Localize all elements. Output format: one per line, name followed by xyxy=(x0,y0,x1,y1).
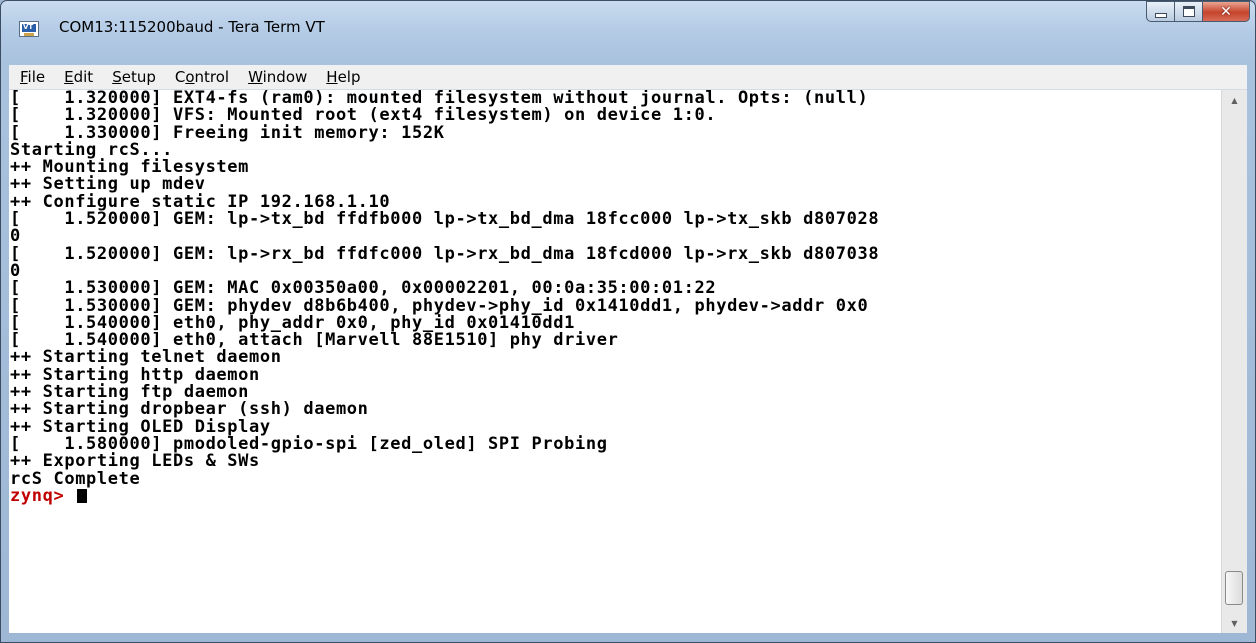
scroll-up-button[interactable]: ▲ xyxy=(1222,90,1247,110)
terminal-prompt-line[interactable]: zynq> xyxy=(10,485,1221,506)
scroll-down-button[interactable]: ▼ xyxy=(1222,613,1247,633)
minimize-button[interactable] xyxy=(1146,1,1174,22)
terminal-line: ++ Exporting LEDs & SWs xyxy=(10,451,260,472)
menu-control-mnemonic: o xyxy=(185,68,195,86)
scrollbar-thumb[interactable] xyxy=(1225,571,1243,605)
menu-setup-label-post: etup xyxy=(121,68,156,86)
menu-setup-mnemonic: S xyxy=(112,68,122,86)
menu-control-label-pre: C xyxy=(174,68,186,86)
vertical-scrollbar[interactable]: ▲ ▼ xyxy=(1221,90,1247,633)
menu-window-mnemonic: W xyxy=(248,68,263,86)
window-controls: ✕ xyxy=(1146,1,1250,23)
menu-control-label-post: ntrol xyxy=(194,68,230,86)
maximize-button[interactable] xyxy=(1174,1,1202,22)
terminal-line: [ 1.330000] Freeing init memory: 152K xyxy=(10,122,445,143)
menu-window[interactable]: Window xyxy=(237,68,315,86)
terminal-line: [ 1.320000] VFS: Mounted root (ext4 file… xyxy=(10,105,717,126)
terminal-line: [ 1.520000] GEM: lp->rx_bd ffdfc000 lp->… xyxy=(10,243,880,264)
menu-file-mnemonic: F xyxy=(20,68,28,86)
scroll-down-icon: ▼ xyxy=(1231,618,1238,628)
menu-help-label-post: elp xyxy=(337,68,361,86)
menu-edit-mnemonic: E xyxy=(64,68,74,86)
tera-term-window: COM13:115200baud - Tera Term VT ✕ File E… xyxy=(0,0,1256,643)
shell-prompt: zynq> xyxy=(10,485,76,506)
menu-setup[interactable]: Setup xyxy=(101,68,164,86)
menu-help[interactable]: Help xyxy=(315,68,368,86)
tera-term-vt-icon[interactable] xyxy=(19,21,39,37)
terminal-line: [ 1.530000] GEM: MAC 0x00350a00, 0x00002… xyxy=(10,278,717,299)
terminal-line: rcS Complete xyxy=(10,468,141,489)
menu-control[interactable]: Control xyxy=(164,68,237,86)
close-button[interactable]: ✕ xyxy=(1202,1,1250,22)
menu-edit-label-post: dit xyxy=(73,68,94,86)
text-cursor xyxy=(77,488,88,503)
window-title: COM13:115200baud - Tera Term VT xyxy=(59,18,325,36)
menu-file-label-post: ile xyxy=(27,68,46,86)
scroll-up-icon: ▲ xyxy=(1231,95,1238,105)
menu-bar: File Edit Setup Control Window Help xyxy=(9,65,1247,90)
menu-window-label-post: indow xyxy=(262,68,308,86)
menu-file[interactable]: File xyxy=(9,68,53,86)
menu-help-mnemonic: H xyxy=(326,68,338,86)
title-bar[interactable]: COM13:115200baud - Tera Term VT ✕ xyxy=(1,1,1255,59)
minimize-icon xyxy=(1154,12,1167,18)
terminal-line: [ 1.520000] GEM: lp->tx_bd ffdfb000 lp->… xyxy=(10,209,880,230)
close-icon: ✕ xyxy=(1220,3,1232,20)
terminal-output[interactable]: [ 1.320000] EXT4-fs (ram0): mounted file… xyxy=(9,90,1221,633)
maximize-icon xyxy=(1182,6,1195,17)
menu-edit[interactable]: Edit xyxy=(53,68,101,86)
